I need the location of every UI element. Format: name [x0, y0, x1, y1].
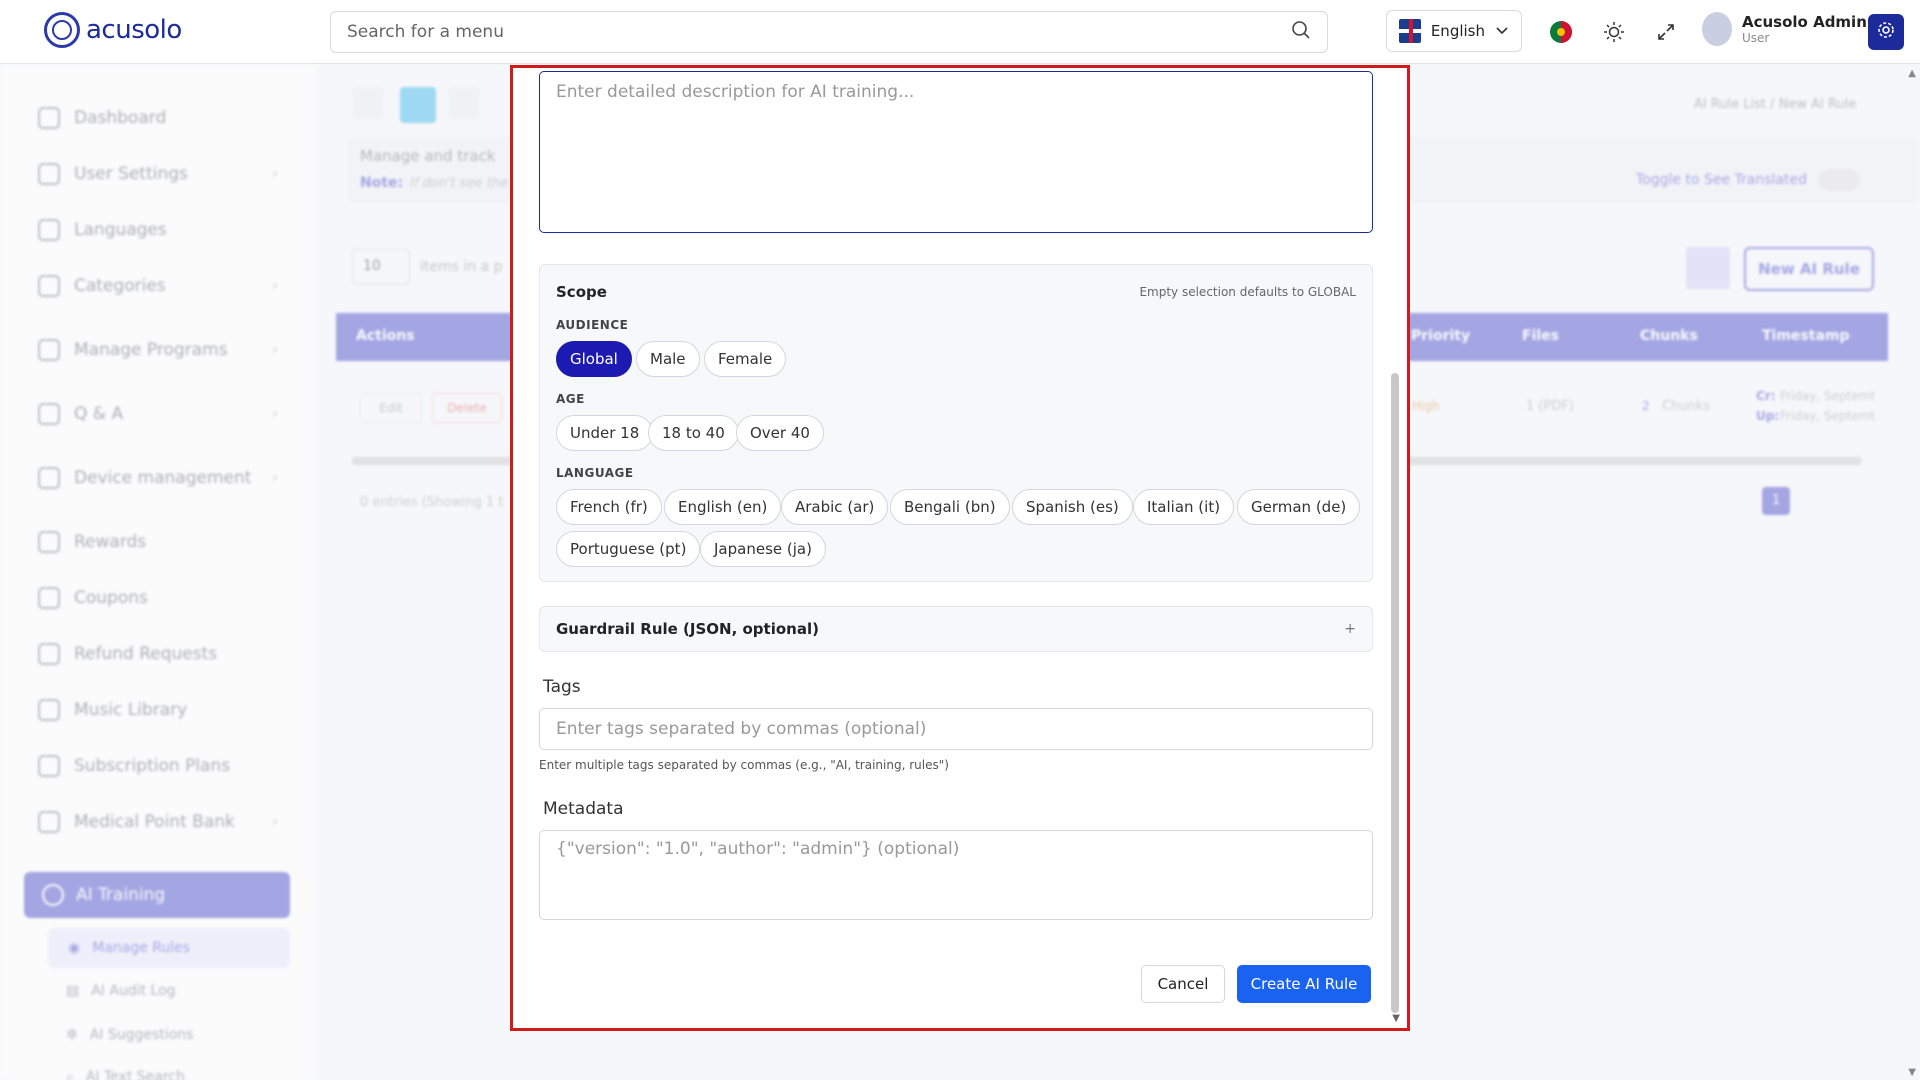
language-selector[interactable]: English — [1386, 10, 1522, 52]
scope-hint: Empty selection defaults to GLOBAL — [1139, 285, 1356, 299]
language-chip-es[interactable]: Spanish (es) — [1012, 489, 1133, 525]
age-chip-under-18[interactable]: Under 18 — [556, 415, 654, 451]
description-placeholder: Enter detailed description for AI traini… — [556, 82, 915, 102]
user-name: Acusolo Admin — [1742, 13, 1867, 31]
description-textarea[interactable]: Enter detailed description for AI traini… — [539, 71, 1373, 233]
age-chip-over-40[interactable]: Over 40 — [736, 415, 824, 451]
language-chip-it[interactable]: Italian (it) — [1133, 489, 1235, 525]
fullscreen-icon[interactable] — [1652, 18, 1680, 46]
metadata-textarea[interactable]: {"version": "1.0", "author": "admin"} (o… — [539, 830, 1373, 920]
modal-scrollbar[interactable] — [1391, 373, 1399, 1013]
settings-button[interactable] — [1868, 14, 1904, 50]
audience-chip-male[interactable]: Male — [636, 341, 700, 377]
logo-icon — [44, 12, 80, 48]
language-chip-ar[interactable]: Arabic (ar) — [781, 489, 889, 525]
language-chip-de[interactable]: German (de) — [1237, 489, 1361, 525]
scope-title: Scope — [556, 283, 607, 301]
user-role: User — [1742, 31, 1770, 45]
language-chip-fr[interactable]: French (fr) — [556, 489, 662, 525]
scope-card: Scope Empty selection defaults to GLOBAL… — [539, 264, 1373, 582]
tags-label: Tags — [543, 677, 581, 697]
guardrail-accordion[interactable]: Guardrail Rule (JSON, optional) + — [539, 606, 1373, 652]
uk-flag-icon — [1399, 19, 1421, 43]
plus-icon[interactable]: + — [1344, 621, 1356, 637]
audience-chip-female[interactable]: Female — [704, 341, 787, 377]
language-chip-en[interactable]: English (en) — [664, 489, 782, 525]
language-label: English — [1430, 22, 1485, 40]
avatar — [1702, 12, 1732, 46]
modal-scroll-down-arrow[interactable]: ▼ — [1392, 1013, 1400, 1024]
search-placeholder: Search for a menu — [347, 22, 504, 42]
tags-help-text: Enter multiple tags separated by commas … — [539, 758, 949, 772]
page-scroll-up-arrow[interactable]: ▲ — [1908, 68, 1916, 79]
search-input[interactable]: Search for a menu — [330, 11, 1328, 53]
language-chip-bn[interactable]: Bengali (bn) — [890, 489, 1010, 525]
age-chip-18-to-40[interactable]: 18 to 40 — [648, 415, 739, 451]
create-ai-rule-button[interactable]: Create AI Rule — [1237, 965, 1371, 1003]
user-menu[interactable]: Acusolo Admin User — [1702, 12, 1867, 46]
tags-input[interactable]: Enter tags separated by commas (optional… — [539, 708, 1373, 750]
metadata-label: Metadata — [543, 799, 624, 819]
cancel-button[interactable]: Cancel — [1141, 965, 1225, 1003]
guardrail-label: Guardrail Rule (JSON, optional) — [556, 620, 819, 638]
language-label: LANGUAGE — [556, 466, 634, 480]
metadata-placeholder: {"version": "1.0", "author": "admin"} (o… — [556, 839, 960, 859]
audience-chip-global[interactable]: Global — [556, 341, 632, 377]
audience-label: AUDIENCE — [556, 318, 629, 332]
search-icon[interactable] — [1291, 20, 1311, 44]
language-chip-pt[interactable]: Portuguese (pt) — [556, 531, 701, 567]
new-ai-rule-modal: Enter detailed description for AI traini… — [510, 65, 1410, 1031]
logo[interactable]: acusolo — [44, 12, 182, 48]
language-chip-ja[interactable]: Japanese (ja) — [700, 531, 826, 567]
page-scroll-down-arrow[interactable]: ▼ — [1908, 1067, 1916, 1078]
theme-toggle-icon[interactable] — [1600, 18, 1628, 46]
top-header: acusolo Search for a menu English Acusol… — [0, 0, 1920, 64]
chevron-down-icon — [1495, 22, 1509, 40]
age-label: AGE — [556, 392, 585, 406]
country-flag-icon[interactable] — [1547, 18, 1575, 46]
logo-text: acusolo — [86, 15, 182, 45]
gear-icon — [1876, 20, 1896, 44]
tags-placeholder: Enter tags separated by commas (optional… — [556, 719, 927, 739]
